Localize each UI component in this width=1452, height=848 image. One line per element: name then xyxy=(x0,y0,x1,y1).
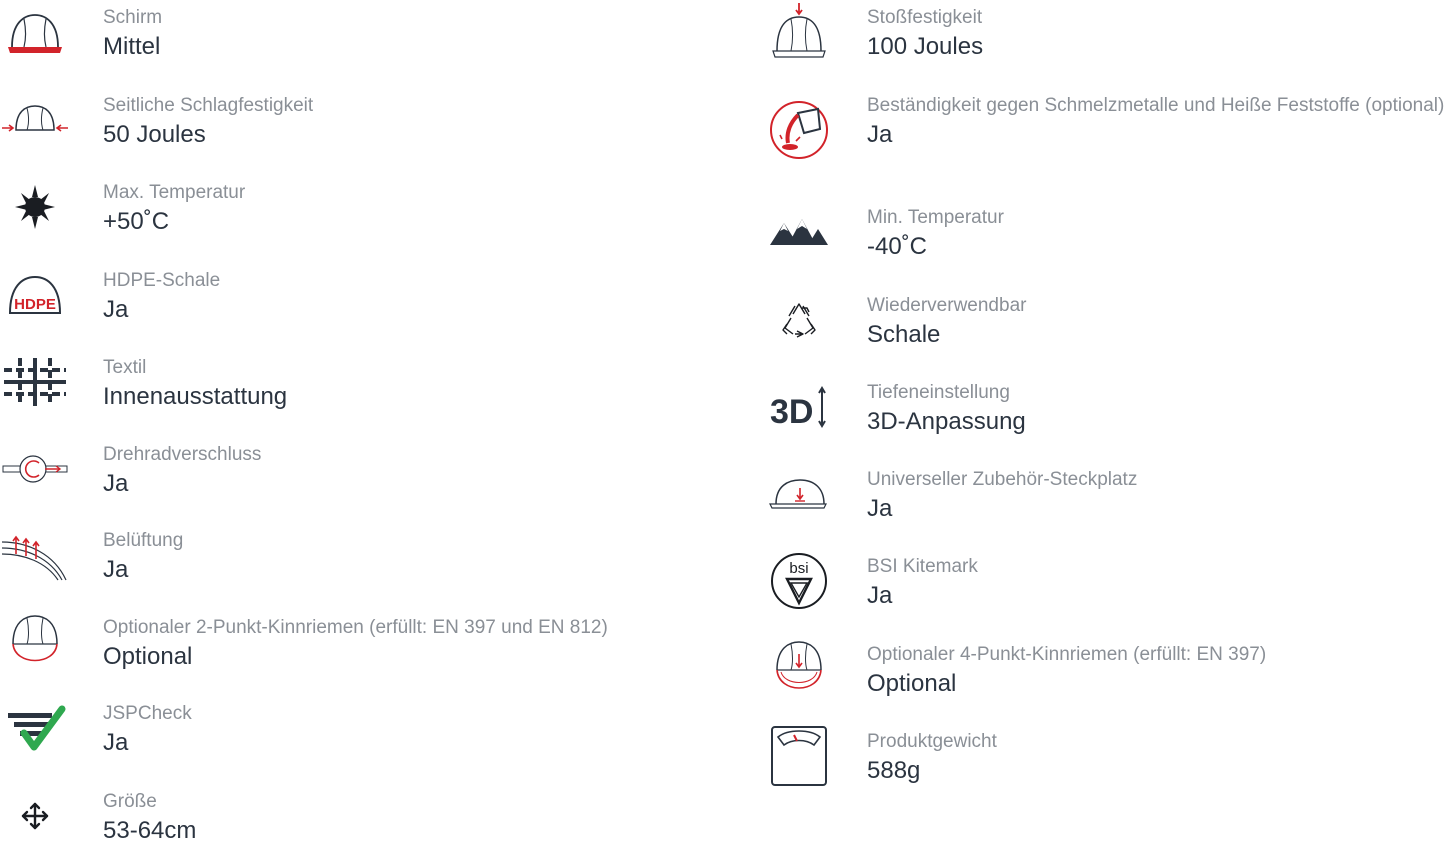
feature-label: Textil xyxy=(103,357,147,378)
accessory-slot-icon xyxy=(764,462,834,526)
jspcheck-icon xyxy=(0,696,70,760)
feature-label: Produktgewicht xyxy=(867,731,997,752)
feature-label: Tiefeneinstellung xyxy=(867,382,1010,403)
hdpe-helmet-icon: HDPE xyxy=(0,263,70,327)
feature-label: Wiederverwendbar xyxy=(867,295,1027,316)
molten-metal-icon xyxy=(764,98,834,162)
feature-label: Max. Temperatur xyxy=(103,182,246,203)
bsi-kitemark-icon: bsi xyxy=(764,549,834,613)
feature-value: Ja xyxy=(103,729,129,756)
sun-icon xyxy=(0,175,70,239)
feature-value: Ja xyxy=(103,470,129,497)
feature-label: Universeller Zubehör-Steckplatz xyxy=(867,469,1138,490)
feature-label: Drehradverschluss xyxy=(103,444,262,465)
helmet-top-impact-icon xyxy=(764,0,834,64)
mountains-icon xyxy=(764,200,834,264)
feature-label: Beständigkeit gegen Schmelzmetalle und H… xyxy=(867,95,1445,116)
feature-value: Optional xyxy=(103,643,193,670)
wheel-ratchet-icon xyxy=(0,437,70,501)
ventilation-icon xyxy=(0,523,70,587)
feature-value: 50 Joules xyxy=(103,121,206,148)
feature-value: Ja xyxy=(867,121,893,148)
feature-value: 588g xyxy=(867,757,921,784)
feature-label: HDPE-Schale xyxy=(103,270,221,291)
feature-value: Ja xyxy=(867,495,893,522)
size-arrows-icon xyxy=(0,784,70,848)
feature-label: Stoßfestigkeit xyxy=(867,7,983,28)
feature-label: Optionaler 2-Punkt-Kinnriemen (erfüllt: … xyxy=(103,617,608,638)
feature-label: BSI Kitemark xyxy=(867,556,978,577)
feature-value: Ja xyxy=(867,582,893,609)
helmet-chinstrap-4pt-icon xyxy=(764,637,834,701)
feature-label: Größe xyxy=(103,791,157,812)
3d-adjust-icon: 3D xyxy=(764,375,834,439)
textile-grid-icon xyxy=(0,350,70,414)
feature-value: 100 Joules xyxy=(867,33,984,60)
feature-value: Ja xyxy=(103,556,129,583)
feature-label: Optionaler 4-Punkt-Kinnriemen (erfüllt: … xyxy=(867,644,1267,665)
hdpe-icon-text: HDPE xyxy=(14,296,56,313)
feature-label: JSPCheck xyxy=(103,703,192,724)
helmet-chinstrap-2pt-icon xyxy=(0,610,70,674)
feature-label: Seitliche Schlagfestigkeit xyxy=(103,95,314,116)
feature-label: Min. Temperatur xyxy=(867,207,1004,228)
helmet-peak-icon xyxy=(0,0,70,64)
feature-label: Schirm xyxy=(103,7,163,28)
3d-icon-text: 3D xyxy=(770,393,813,431)
feature-value: Optional xyxy=(867,670,957,697)
recycle-icon xyxy=(764,288,834,352)
bsi-icon-text: bsi xyxy=(789,560,808,577)
feature-value: 3D-Anpassung xyxy=(867,408,1026,435)
feature-value: Schale xyxy=(867,321,941,348)
helmet-side-impact-icon xyxy=(0,88,70,152)
feature-value: Innenausstattung xyxy=(103,383,288,410)
feature-value: Mittel xyxy=(103,33,161,60)
scale-icon xyxy=(764,724,834,788)
feature-label: Belüftung xyxy=(103,530,184,551)
feature-value: +50˚C xyxy=(103,208,170,235)
feature-value: -40˚C xyxy=(867,233,928,260)
feature-value: Ja xyxy=(103,296,129,323)
